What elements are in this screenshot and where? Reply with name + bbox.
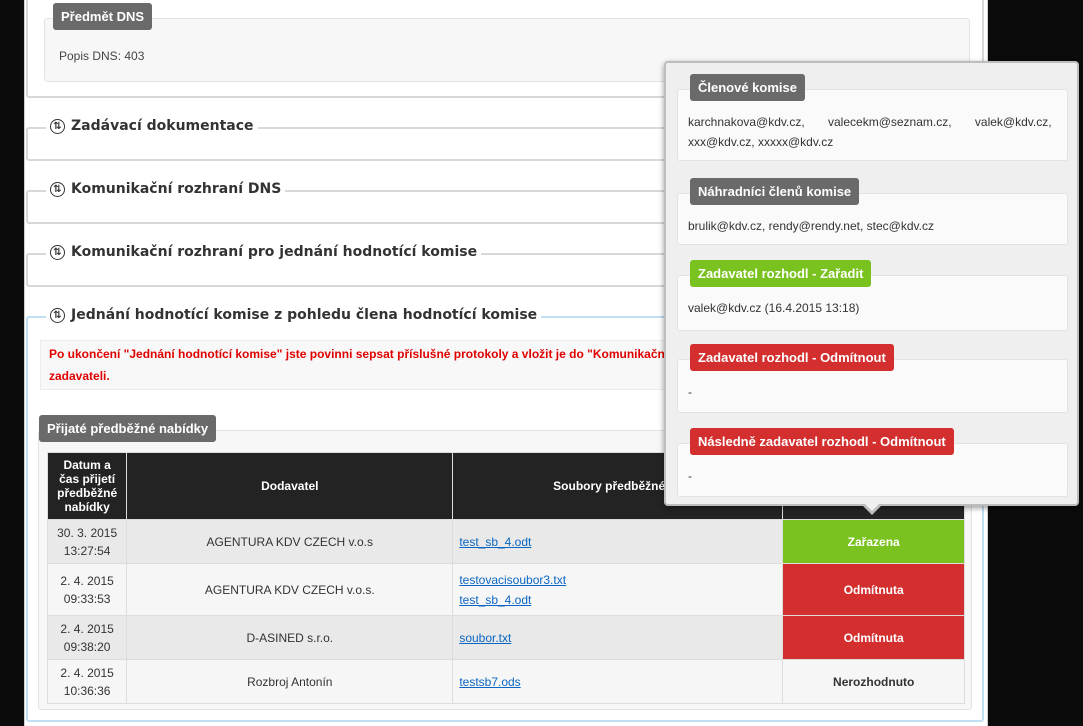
supplier-cell: D-ASINED s.r.o.: [126, 615, 454, 660]
section-legend[interactable]: ⇅ Zadávací dokumentace: [46, 118, 258, 134]
date-value: 2. 4. 2015: [60, 621, 114, 636]
files-cell: soubor.txt: [452, 615, 784, 660]
section-title: Komunikační rozhraní DNS: [71, 181, 282, 197]
section-legend[interactable]: ⇅ Jednání hodnotící komise z pohledu čle…: [46, 307, 542, 323]
dns-badge: Předmět DNS: [53, 3, 153, 30]
later-reject-badge: Následně zadavatel rozhodl - Odmítnout: [690, 428, 954, 455]
time-value: 13:27:54: [63, 543, 111, 558]
decision-include-section: Zadavatel rozhodl - Zařadit valek@kdv.cz…: [677, 260, 1068, 331]
substitutes-section: Náhradníci členů komise brulik@kdv.cz, r…: [677, 178, 1068, 245]
dns-description: Popis DNS: 403: [59, 49, 145, 63]
file-link[interactable]: soubor.txt: [459, 628, 776, 648]
col-supplier: Dodavatel: [126, 452, 454, 520]
section-legend[interactable]: ⇅ Komunikační rozhraní DNS: [46, 181, 286, 197]
file-link[interactable]: test_sb_4.odt: [459, 532, 776, 552]
members-section: Členové komise karchnakova@kdv.cz, valec…: [677, 74, 1068, 161]
popover-arrow: [862, 503, 882, 515]
file-link[interactable]: test_sb_4.odt: [459, 590, 776, 610]
date-cell: 2. 4. 2015 09:33:53: [46, 563, 128, 616]
members-text: karchnakova@kdv.cz, valecekm@seznam.cz, …: [688, 112, 1057, 152]
time-value: 09:33:53: [63, 591, 111, 606]
members-line-2: xxx@kdv.cz, xxxxx@kdv.cz: [688, 135, 834, 149]
supplier-cell: Rozbroj Antonín: [126, 659, 454, 704]
table-row: 2. 4. 2015 09:38:20 D-ASINED s.r.o. soub…: [46, 615, 965, 660]
substitutes-badge: Náhradníci členů komise: [690, 178, 860, 205]
members-line-1: karchnakova@kdv.cz, valecekm@seznam.cz, …: [688, 115, 1052, 129]
offers-badge: Přijaté předběžné nabídky: [39, 415, 217, 442]
later-reject-section: Následně zadavatel rozhodl - Odmítnout -: [677, 428, 1068, 497]
file-link[interactable]: testsb7.ods: [459, 672, 776, 692]
date-cell: 30. 3. 2015 13:27:54: [46, 519, 128, 564]
expand-toggle-icon[interactable]: ⇅: [50, 118, 65, 134]
section-legend[interactable]: ⇅ Komunikační rozhraní pro jednání hodno…: [46, 244, 482, 260]
later-reject-text: -: [688, 469, 692, 483]
committee-popover: Členové komise karchnakova@kdv.cz, valec…: [664, 61, 1079, 515]
col-date: Datum a čas přijetí předběžné nabídky: [46, 452, 128, 520]
file-link[interactable]: testovacisoubor3.txt: [459, 570, 776, 590]
supplier-cell: AGENTURA KDV CZECH v.o.s.: [126, 563, 454, 616]
collapse-toggle-icon[interactable]: ⇅: [50, 307, 65, 323]
expand-toggle-icon[interactable]: ⇅: [50, 244, 65, 260]
time-value: 10:36:36: [63, 683, 111, 698]
substitutes-text: brulik@kdv.cz, rendy@rendy.net, stec@kdv…: [688, 219, 934, 233]
supplier-cell: AGENTURA KDV CZECH v.o.s: [126, 519, 454, 564]
decision-include-text: valek@kdv.cz (16.4.2015 13:18): [688, 301, 860, 315]
status-badge: Zařazena: [782, 519, 965, 564]
decision-reject-text: -: [688, 385, 692, 399]
status-badge: Odmítnuta: [782, 563, 965, 616]
table-row: 2. 4. 2015 09:33:53 AGENTURA KDV CZECH v…: [46, 563, 965, 616]
files-cell: testovacisoubor3.txt test_sb_4.odt: [452, 563, 784, 616]
decision-reject-badge: Zadavatel rozhodl - Odmítnout: [690, 344, 894, 371]
files-cell: test_sb_4.odt: [452, 519, 784, 564]
status-badge: Odmítnuta: [782, 615, 965, 660]
section-title: Zadávací dokumentace: [71, 118, 254, 134]
table-row: 30. 3. 2015 13:27:54 AGENTURA KDV CZECH …: [46, 519, 965, 564]
date-value: 2. 4. 2015: [60, 665, 114, 680]
expand-toggle-icon[interactable]: ⇅: [50, 181, 65, 197]
time-value: 09:38:20: [63, 639, 111, 654]
date-value: 30. 3. 2015: [57, 525, 118, 540]
decision-include-badge: Zadavatel rozhodl - Zařadit: [690, 260, 872, 287]
date-cell: 2. 4. 2015 09:38:20: [46, 615, 128, 660]
date-value: 2. 4. 2015: [60, 573, 114, 588]
decision-reject-section: Zadavatel rozhodl - Odmítnout -: [677, 344, 1068, 413]
section-title: Jednání hodnotící komise z pohledu člena…: [71, 307, 538, 323]
status-badge: Nerozhodnuto: [782, 659, 965, 704]
members-badge: Členové komise: [690, 74, 805, 101]
files-cell: testsb7.ods: [452, 659, 784, 704]
table-row: 2. 4. 2015 10:36:36 Rozbroj Antonín test…: [46, 659, 965, 704]
date-cell: 2. 4. 2015 10:36:36: [46, 659, 128, 704]
section-title: Komunikační rozhraní pro jednání hodnotí…: [71, 244, 478, 260]
